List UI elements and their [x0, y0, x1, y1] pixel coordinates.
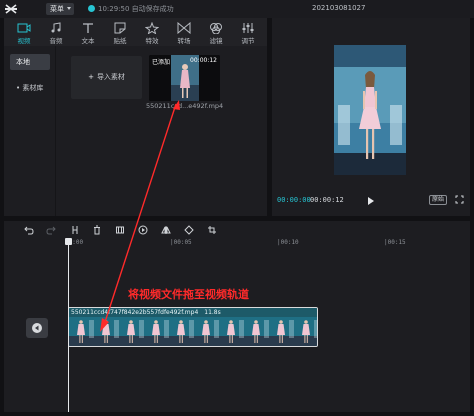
thumb-duration: 00:00:12	[190, 57, 217, 64]
media-file-name: 550211ccd...e492f.mp4	[146, 102, 224, 110]
player-panel: 00:00:00 00:00:12 原始	[272, 18, 470, 216]
tab-adjust[interactable]: 调节	[232, 18, 264, 46]
tab-label: 调节	[241, 37, 255, 45]
tab-effects[interactable]: 特效	[136, 18, 168, 46]
menu-button[interactable]: 菜单	[46, 3, 74, 15]
filter-icon	[210, 23, 222, 34]
split-icon[interactable]	[70, 225, 80, 235]
media-tabbar: 视频 音频 文本 贴纸 特效 转场 滤镜 调节	[4, 18, 267, 46]
tab-label: 音频	[49, 37, 63, 45]
tab-video[interactable]: 视频	[8, 18, 40, 46]
audio-icon	[51, 22, 61, 33]
plus-icon: +	[88, 73, 94, 81]
text-icon	[83, 23, 93, 33]
undo-icon[interactable]	[24, 225, 34, 235]
crop-icon[interactable]	[207, 225, 217, 235]
tab-label: 特效	[145, 37, 159, 45]
freeze-frame-icon[interactable]	[115, 225, 125, 235]
import-label: 导入素材	[96, 73, 125, 81]
record-icon	[32, 323, 42, 333]
sticker-icon	[114, 22, 126, 34]
adjust-icon	[242, 23, 254, 33]
sidebar-item-library[interactable]: • 素材库	[10, 80, 50, 96]
playhead[interactable]	[68, 240, 69, 412]
tab-audio[interactable]: 音频	[40, 18, 72, 46]
media-thumbnail[interactable]: 已添加 00:00:12	[149, 55, 220, 101]
rotate-icon[interactable]	[184, 225, 194, 235]
video-clip[interactable]: 550211ccd4f747f842e2b557fdfe492f.mp4 11.8…	[68, 307, 318, 347]
clip-name: 550211ccd4f747f842e2b557fdfe492f.mp4	[71, 309, 199, 316]
preview-image	[334, 45, 406, 175]
sidebar-item-local[interactable]: 本地	[10, 54, 50, 70]
redo-icon[interactable]	[46, 225, 56, 235]
ruler-label: |00:15	[384, 239, 406, 246]
current-timecode: 00:00:00	[277, 196, 311, 204]
media-panel: 视频 音频 文本 贴纸 特效 转场 滤镜 调节 本地 • 素材库 + 导入素材 已添加 00:0…	[4, 18, 267, 216]
media-sidebar: 本地 • 素材库	[4, 46, 56, 216]
ruler-label: |00:10	[277, 239, 299, 246]
timeline-panel: 00:00 |00:05 |00:10 |00:15 550211ccd4f74…	[4, 221, 470, 412]
time-ruler[interactable]: 00:00 |00:05 |00:10 |00:15	[65, 239, 470, 249]
playhead-handle[interactable]	[65, 238, 72, 245]
tab-transition[interactable]: 转场	[168, 18, 200, 46]
track-cover-button[interactable]	[26, 318, 48, 338]
clip-duration: 11.8s	[204, 309, 221, 316]
tab-label: 视频	[17, 37, 31, 45]
transition-icon	[177, 22, 191, 34]
play-icon[interactable]	[368, 197, 374, 205]
capcut-logo-icon	[5, 4, 17, 14]
import-media-button[interactable]: + 导入素材	[71, 56, 142, 99]
tab-filter[interactable]: 滤镜	[200, 18, 232, 46]
project-title: 202103081027	[312, 4, 366, 12]
tab-label: 转场	[177, 37, 191, 45]
mirror-icon[interactable]	[161, 225, 171, 235]
annotation-text: 将视频文件拖至视频轨道	[128, 288, 249, 301]
clip-title: 550211ccd4f747f842e2b557fdfe492f.mp4 11.8…	[71, 309, 221, 316]
autosave-status: 10:29:50 自动保存成功	[98, 5, 174, 13]
tab-text[interactable]: 文本	[72, 18, 104, 46]
tab-label: 贴纸	[113, 37, 127, 45]
video-preview	[334, 45, 406, 175]
chevron-down-icon	[67, 7, 71, 10]
aspect-ratio-button[interactable]: 原始	[429, 195, 447, 205]
added-tag: 已添加	[152, 59, 171, 66]
title-bar: 菜单 10:29:50 自动保存成功 202103081027	[0, 0, 474, 18]
reverse-icon[interactable]	[138, 225, 148, 235]
tab-label: 文本	[81, 37, 95, 45]
timeline-toolbar	[4, 221, 470, 239]
cloud-save-icon	[88, 5, 95, 12]
ruler-label: |00:05	[170, 239, 192, 246]
menu-button-label: 菜单	[50, 5, 64, 13]
tab-label: 滤镜	[209, 37, 223, 45]
fullscreen-icon[interactable]	[455, 195, 464, 204]
total-timecode: 00:00:12	[310, 196, 344, 204]
video-icon	[17, 23, 31, 33]
delete-icon[interactable]	[92, 225, 102, 235]
effects-icon	[145, 22, 159, 34]
tab-sticker[interactable]: 贴纸	[104, 18, 136, 46]
